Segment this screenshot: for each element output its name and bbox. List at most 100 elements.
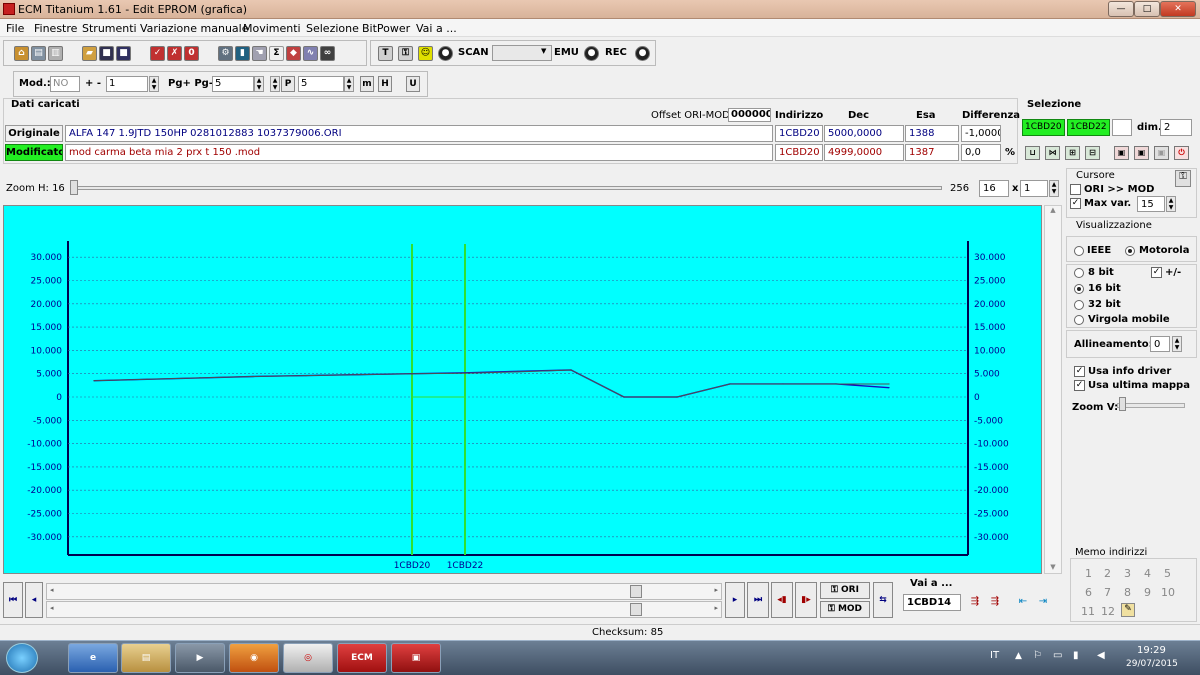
- p-spinner[interactable]: ▲ ▼: [270, 76, 280, 92]
- emu-dot-icon[interactable]: ●: [584, 46, 599, 61]
- tray-time[interactable]: 19:29: [1137, 645, 1166, 656]
- max-var-checkbox[interactable]: ✓: [1070, 198, 1081, 209]
- max-var-input[interactable]: 15: [1137, 196, 1165, 212]
- bit16-radio[interactable]: [1074, 284, 1084, 294]
- hscroll-bottom-thumb[interactable]: [630, 603, 642, 616]
- memo-3[interactable]: 3: [1124, 567, 1131, 580]
- edit-zero-icon[interactable]: 0: [184, 46, 199, 61]
- bit8-radio[interactable]: [1074, 268, 1084, 278]
- lock-icon[interactable]: ⚿: [398, 46, 413, 61]
- windows-icon[interactable]: ▤: [31, 46, 46, 61]
- ieee-radio[interactable]: [1074, 246, 1084, 256]
- originale-esa[interactable]: 1388: [905, 125, 959, 142]
- record-dot-icon[interactable]: ●: [438, 46, 453, 61]
- open-folder-icon[interactable]: ▰: [82, 46, 97, 61]
- maximize-button[interactable]: □: [1134, 1, 1160, 17]
- copy-icon[interactable]: ▥: [48, 46, 63, 61]
- modificato-dec[interactable]: 4999,0000: [824, 144, 904, 161]
- hand-icon[interactable]: ☚: [252, 46, 267, 61]
- memo-10[interactable]: 10: [1161, 586, 1175, 599]
- memo-1[interactable]: 1: [1085, 567, 1092, 580]
- scroll-right-bottom-icon[interactable]: ▸: [714, 604, 718, 612]
- memo-save-icon[interactable]: ✎: [1121, 603, 1135, 617]
- memo-4[interactable]: 4: [1144, 567, 1151, 580]
- pm-checkbox[interactable]: ✓: [1151, 267, 1162, 278]
- hscroll-top-thumb[interactable]: [630, 585, 642, 598]
- chart-scrollbar[interactable]: ▲ ▼: [1044, 205, 1062, 574]
- select-all-icon[interactable]: ⊟: [1085, 146, 1100, 160]
- scroll-right-icon[interactable]: ▸: [714, 586, 718, 594]
- modificato-esa[interactable]: 1387: [905, 144, 959, 161]
- goto-ori-icon[interactable]: ⇶: [967, 596, 983, 610]
- memo-7[interactable]: 7: [1104, 586, 1111, 599]
- select-range-icon[interactable]: ⊞: [1065, 146, 1080, 160]
- scroll-left-bottom-icon[interactable]: ◂: [50, 604, 54, 612]
- binoculars-icon[interactable]: ∞: [320, 46, 335, 61]
- sigma-icon[interactable]: Σ: [269, 46, 284, 61]
- firefox-task-icon[interactable]: ◉: [229, 643, 279, 673]
- minimize-button[interactable]: —: [1108, 1, 1134, 17]
- memo-12[interactable]: 12: [1101, 605, 1115, 618]
- ori-mod-checkbox[interactable]: [1070, 184, 1081, 195]
- h-icon[interactable]: H: [378, 76, 392, 92]
- zoom-mult-spinner[interactable]: ▲ ▼: [1049, 180, 1059, 197]
- originale-diff[interactable]: -1,0000: [961, 125, 1001, 142]
- goto-next-icon[interactable]: ⇥: [1035, 596, 1051, 610]
- modificato-diff[interactable]: 0,0: [961, 144, 1001, 161]
- tray-lang[interactable]: IT: [990, 650, 999, 661]
- memo-2[interactable]: 2: [1104, 567, 1111, 580]
- runner-icon[interactable]: ☺: [418, 46, 433, 61]
- nav-next-icon[interactable]: ▸: [725, 582, 745, 618]
- zoom-h-slider[interactable]: [70, 180, 78, 195]
- max-var-spinner[interactable]: ▲ ▼: [1166, 196, 1176, 212]
- menu-variazione-manuale[interactable]: Variazione manuale: [140, 22, 249, 35]
- media-task-icon[interactable]: ▶: [175, 643, 225, 673]
- tray-volume-icon[interactable]: ◀: [1097, 650, 1105, 661]
- goto-mod-icon[interactable]: ⇶: [987, 596, 1003, 610]
- tray-date[interactable]: 29/07/2015: [1126, 659, 1178, 669]
- edit-error-icon[interactable]: ✗: [167, 46, 182, 61]
- page-spinner[interactable]: ▲ ▼: [254, 76, 264, 92]
- goto-prev-icon[interactable]: ⇤: [1015, 596, 1031, 610]
- tray-network-icon[interactable]: ▮: [1073, 650, 1079, 661]
- chevron-down-icon[interactable]: ▼: [541, 47, 546, 55]
- memo-9[interactable]: 9: [1144, 586, 1151, 599]
- rec-dot-icon[interactable]: ●: [635, 46, 650, 61]
- color-icon[interactable]: ◆: [286, 46, 301, 61]
- menu-file[interactable]: File: [6, 22, 24, 35]
- plusminus-input[interactable]: 1: [106, 76, 148, 92]
- menu-bitpower[interactable]: BitPower: [362, 22, 410, 35]
- chrome-task-icon[interactable]: ◎: [283, 643, 333, 673]
- p-input[interactable]: 5: [298, 76, 344, 92]
- tray-flag-icon[interactable]: ⚐: [1033, 650, 1042, 661]
- m-icon[interactable]: m: [360, 76, 374, 92]
- virgola-radio[interactable]: [1074, 315, 1084, 325]
- ecm-task-icon[interactable]: ECM: [337, 643, 387, 673]
- scroll-left-icon[interactable]: ◂: [50, 586, 54, 594]
- ie-task-icon[interactable]: e: [68, 643, 118, 673]
- plusminus-spinner[interactable]: ▲ ▼: [149, 76, 159, 92]
- flash-icon[interactable]: ▮: [235, 46, 250, 61]
- memo-5[interactable]: 5: [1164, 567, 1171, 580]
- power-icon[interactable]: ⏻: [1174, 146, 1189, 160]
- nav-prev-icon[interactable]: ◂: [25, 582, 43, 618]
- tools-icon[interactable]: ⚙: [218, 46, 233, 61]
- bit32-radio[interactable]: [1074, 300, 1084, 310]
- select-end-icon[interactable]: ⋈: [1045, 146, 1060, 160]
- usa-info-checkbox[interactable]: ✓: [1074, 366, 1085, 377]
- menu-vai-a[interactable]: Vai a ...: [416, 22, 457, 35]
- usa-ultima-checkbox[interactable]: ✓: [1074, 380, 1085, 391]
- zoom-h-value[interactable]: 16: [979, 180, 1009, 197]
- memo-8[interactable]: 8: [1124, 586, 1131, 599]
- mod-input[interactable]: NO: [50, 76, 80, 92]
- scroll-up-icon[interactable]: ▲: [1045, 206, 1061, 214]
- vaia-input[interactable]: 1CBD14: [903, 594, 961, 611]
- page-input[interactable]: 5: [212, 76, 254, 92]
- tray-arrow-icon[interactable]: ▲: [1015, 651, 1022, 661]
- mod-button[interactable]: ⚿ MOD: [820, 601, 870, 618]
- p-right-spinner[interactable]: ▲ ▼: [344, 76, 354, 92]
- memo-6[interactable]: 6: [1085, 586, 1092, 599]
- nav-back-red-icon[interactable]: ◂▮: [771, 582, 793, 618]
- allineamento-input[interactable]: 0: [1150, 336, 1170, 352]
- select-start-icon[interactable]: ⊔: [1025, 146, 1040, 160]
